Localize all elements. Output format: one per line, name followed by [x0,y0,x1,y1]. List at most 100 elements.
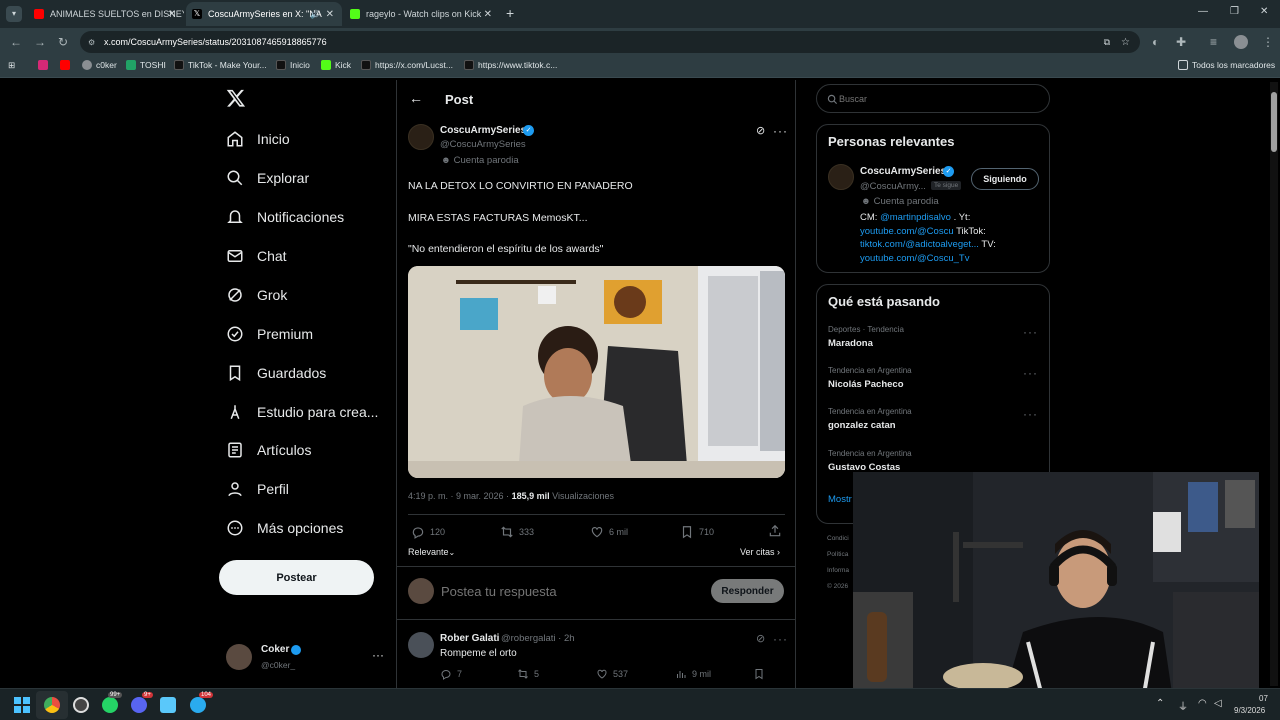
bookmark-youtube[interactable] [60,60,74,70]
tray-chevron-icon[interactable]: ⌃ [1156,698,1164,709]
minimize-button[interactable]: — [1198,6,1208,17]
more-icon[interactable]: ··· [372,648,384,662]
post-author-avatar[interactable] [408,124,434,150]
repost-button[interactable]: 333 [500,525,534,539]
all-bookmarks[interactable]: Todos los marcadores [1178,60,1275,70]
nav-item-mas-opciones[interactable]: Más opciones [226,516,343,540]
footer-link[interactable]: Condici [827,531,849,547]
bookmark-x-lucst[interactable]: https://x.com/Lucst... [361,60,453,70]
scrollbar-thumb[interactable] [1271,92,1277,152]
following-button[interactable]: Siguiendo [971,168,1039,190]
page-scrollbar[interactable] [1270,82,1278,686]
reply-avatar[interactable] [408,632,434,658]
reply-input[interactable] [441,582,691,600]
reply-submit-button[interactable]: Responder [711,579,784,603]
post-button[interactable]: Postear [219,560,374,595]
more-icon[interactable]: ··· [773,632,788,646]
volume-icon[interactable]: ◁ [1214,698,1222,709]
nav-item-guardados[interactable]: Guardados [226,361,326,385]
footer-link[interactable]: Política [827,547,849,563]
restore-button[interactable]: ❐ [1230,6,1239,17]
bookmark-instagram[interactable] [38,60,52,70]
show-more-link[interactable]: Mostr [828,494,852,505]
tab-disney[interactable]: ANIMALES SUELTOS en DISNEY ✕ [28,2,184,26]
nav-item-inicio[interactable]: Inicio [226,127,290,151]
bookmark-button[interactable]: 710 [680,525,714,539]
nav-item-explorar[interactable]: Explorar [226,166,309,190]
close-icon[interactable]: ✕ [326,9,334,20]
menu-icon[interactable]: ⋮ [1262,35,1274,49]
grok-icon[interactable]: ⊘ [756,632,765,645]
clock-date[interactable]: 9/3/2026 [1234,706,1265,715]
reply-author-handle[interactable]: @robergalati · 2h [501,633,575,644]
close-icon[interactable]: ✕ [168,9,176,20]
reload-icon[interactable]: ↻ [58,35,68,49]
back-arrow-icon[interactable]: ← [409,90,423,106]
more-icon[interactable]: ··· [773,124,788,138]
window-close-button[interactable]: ✕ [1260,6,1268,17]
usb-icon[interactable]: ⏚ [1178,698,1188,713]
obs-icon[interactable] [73,697,89,713]
share-button[interactable] [768,524,787,538]
reply-like-button[interactable]: 537 [596,668,628,680]
tab-search-button[interactable]: ▾ [6,6,22,22]
extension-icon[interactable]: ◐ [1152,35,1159,49]
site-info-icon[interactable]: ⚙ [88,38,95,47]
reply-repost-button[interactable]: 5 [517,668,539,680]
star-icon[interactable]: ☆ [1121,37,1130,48]
windows-start-icon[interactable] [14,697,30,713]
more-icon[interactable]: ··· [1023,407,1038,421]
media-icon[interactable]: ≡ [1210,35,1217,49]
more-icon[interactable]: ··· [1023,325,1038,339]
install-icon[interactable]: ⧉ [1104,37,1110,48]
reply-bookmark-button[interactable] [753,668,770,680]
trend-item[interactable]: Tendencia en Argentina Nicolás Pacheco ·… [828,366,1038,396]
url-input[interactable]: ⚙ x.com/CoscuArmySeries/status/203108746… [80,31,1140,53]
tab-kick[interactable]: rageylo - Watch clips on Kick ✕ [344,2,500,26]
nav-item-grok[interactable]: Grok [226,283,287,307]
back-arrow-icon[interactable]: ← [10,35,22,49]
bookmark-inicio[interactable]: Inicio [276,60,310,70]
reply-reply-button[interactable]: 7 [440,668,462,680]
profile-avatar[interactable] [1234,35,1248,49]
wifi-icon[interactable]: ◠ [1198,698,1207,709]
bookmark-c0ker[interactable]: c0ker [82,60,117,70]
apps-icon[interactable]: ⊞ [8,60,15,71]
bio-link-cm[interactable]: @martinpdisalvo [880,212,951,223]
post-video[interactable] [408,266,785,478]
account-switcher[interactable]: Coker @c0ker_ ··· [226,642,386,678]
person-handle[interactable]: @CoscuArmy... [860,181,926,192]
nav-item-notificaciones[interactable]: Notificaciones [226,205,344,229]
footer-link[interactable]: Informa [827,563,849,579]
person-name[interactable]: CoscuArmySeries [860,166,946,177]
avatar[interactable] [828,164,854,190]
grok-icon[interactable]: ⊘ [756,124,765,137]
nav-item-estudio[interactable]: Estudio para crea... [226,400,378,424]
bio-link-tiktok[interactable]: tiktok.com/@adictoalveget... [860,239,979,250]
nav-item-articulos[interactable]: Artículos [226,438,311,462]
sort-dropdown[interactable]: Relevante⌄ [408,547,455,557]
trend-item[interactable]: Deportes · Tendencia Maradona ··· [828,325,1038,355]
nav-item-chat[interactable]: Chat [226,244,287,268]
bio-link-youtube[interactable]: youtube.com/@Coscu [860,226,954,237]
whatsapp-icon[interactable] [102,697,118,713]
new-tab-button[interactable]: + [506,5,514,21]
bookmark-tiktok-url[interactable]: https://www.tiktok.c... [464,60,557,70]
bookmark-toshi[interactable]: TOSHI [126,60,166,70]
puzzle-icon[interactable]: ✚ [1176,35,1186,49]
forward-arrow-icon[interactable]: → [34,35,46,49]
bookmark-tiktok[interactable]: TikTok - Make Your... [174,60,267,70]
reply-views[interactable]: 9 mil [675,668,711,680]
nav-item-perfil[interactable]: Perfil [226,477,289,501]
reply-button[interactable]: 120 [411,525,445,539]
search-input[interactable] [839,91,1039,106]
bookmark-kick[interactable]: Kick [321,60,351,70]
more-icon[interactable]: ··· [1023,366,1038,380]
discord-icon[interactable] [131,697,147,713]
close-icon[interactable]: ✕ [484,9,492,20]
search-box[interactable] [816,84,1050,113]
see-quotes-link[interactable]: Ver citas › [740,547,780,557]
reply-author-name[interactable]: Rober Galati [440,633,499,644]
nav-item-premium[interactable]: Premium [226,322,313,346]
notepad-icon[interactable] [160,697,176,713]
